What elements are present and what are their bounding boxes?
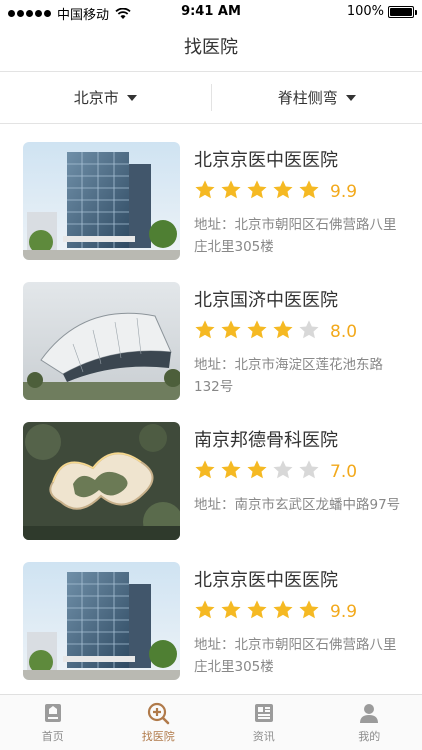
star-filled-icon — [247, 460, 267, 479]
star-filled-icon — [195, 320, 215, 339]
tab-home[interactable]: 首页 — [0, 695, 106, 750]
hospital-photo — [23, 562, 180, 680]
hospital-list-item[interactable]: 南京邦德骨科医院 7.0 地址：南京市玄武区龙蟠中路97号 — [0, 404, 422, 544]
star-filled-icon — [273, 600, 293, 619]
hospital-score: 7.0 — [330, 462, 358, 482]
condition-filter-label: 脊柱侧弯 — [277, 89, 338, 107]
tab-profile[interactable]: 我的 — [317, 695, 422, 750]
hospital-rating: 8.0 — [194, 319, 357, 345]
tab-label: 资讯 — [252, 730, 275, 743]
star-filled-icon — [221, 600, 241, 619]
star-filled-icon — [299, 600, 319, 619]
city-filter-dropdown[interactable]: 北京市 — [0, 72, 211, 123]
tab-news[interactable]: 资讯 — [211, 695, 317, 750]
news-icon — [254, 704, 273, 722]
hospital-list[interactable]: 北京京医中医医院 9.9 地址：北京市朝阳区石佛营路八里庄北里305楼 北京国济… — [0, 124, 422, 694]
hospital-address: 地址：南京市玄武区龙蟠中路97号 — [194, 497, 401, 513]
profile-icon — [360, 704, 379, 723]
star-filled-icon — [195, 600, 215, 619]
hospital-rating: 7.0 — [194, 459, 357, 485]
star-filled-icon — [273, 320, 293, 339]
hospital-name: 南京邦德骨科医院 — [194, 430, 338, 451]
hospital-rating: 9.9 — [194, 599, 357, 625]
hospital-address: 地址：北京市朝阳区石佛营路八里庄北里305楼 — [194, 637, 397, 675]
star-filled-icon — [221, 180, 241, 199]
hospital-list-item[interactable]: 北京国济中医医院 8.0 地址：北京市海淀区莲花池东路132号 — [0, 264, 422, 404]
star-empty-icon — [299, 320, 319, 339]
hospital-photo — [23, 142, 180, 260]
condition-filter-dropdown[interactable]: 脊柱侧弯 — [210, 84, 422, 111]
caret-down-icon — [345, 94, 356, 101]
tab-find-hospital[interactable]: 找医院 — [106, 695, 212, 750]
hospital-name: 北京京医中医医院 — [194, 570, 338, 591]
star-filled-icon — [195, 180, 215, 199]
find-hospital-icon — [148, 702, 170, 725]
filter-bar: 北京市 脊柱侧弯 — [0, 72, 422, 124]
star-empty-icon — [273, 460, 293, 479]
page-title: 找医院 — [0, 24, 422, 72]
star-filled-icon — [247, 600, 267, 619]
star-filled-icon — [221, 320, 241, 339]
tab-bar: 首页 找医院 资讯 我的 — [0, 694, 422, 750]
hospital-photo — [23, 282, 180, 400]
hospital-list-item[interactable]: 北京京医中医医院 9.9 地址：北京市朝阳区石佛营路八里庄北里305楼 — [0, 124, 422, 264]
battery-icon — [388, 5, 417, 18]
city-filter-label: 北京市 — [73, 89, 119, 107]
hospital-list-item[interactable]: 北京京医中医医院 9.9 地址：北京市朝阳区石佛营路八里庄北里305楼 — [0, 544, 422, 684]
hospital-score: 8.0 — [330, 322, 358, 342]
home-icon — [44, 704, 61, 722]
star-filled-icon — [273, 180, 293, 199]
caret-down-icon — [126, 94, 137, 101]
star-empty-icon — [299, 460, 319, 479]
hospital-score: 9.9 — [330, 182, 358, 202]
hospital-address: 地址：北京市朝阳区石佛营路八里庄北里305楼 — [194, 217, 397, 255]
hospital-score: 9.9 — [330, 602, 358, 622]
hospital-name: 北京国济中医医院 — [194, 290, 338, 311]
tab-label: 我的 — [358, 730, 381, 743]
star-filled-icon — [247, 180, 267, 199]
star-filled-icon — [247, 320, 267, 339]
hospital-name: 北京京医中医医院 — [194, 150, 338, 171]
star-filled-icon — [221, 460, 241, 479]
hospital-photo — [23, 422, 180, 540]
hospital-address: 地址：北京市海淀区莲花池东路132号 — [194, 357, 383, 395]
tab-label: 找医院 — [141, 730, 175, 743]
battery-percentage: 100% — [346, 4, 384, 19]
hospital-rating: 9.9 — [194, 179, 357, 205]
status-bar: 中国移动 9:41 AM 100% — [0, 0, 422, 24]
star-filled-icon — [195, 460, 215, 479]
tab-label: 首页 — [41, 730, 64, 743]
star-filled-icon — [299, 180, 319, 199]
